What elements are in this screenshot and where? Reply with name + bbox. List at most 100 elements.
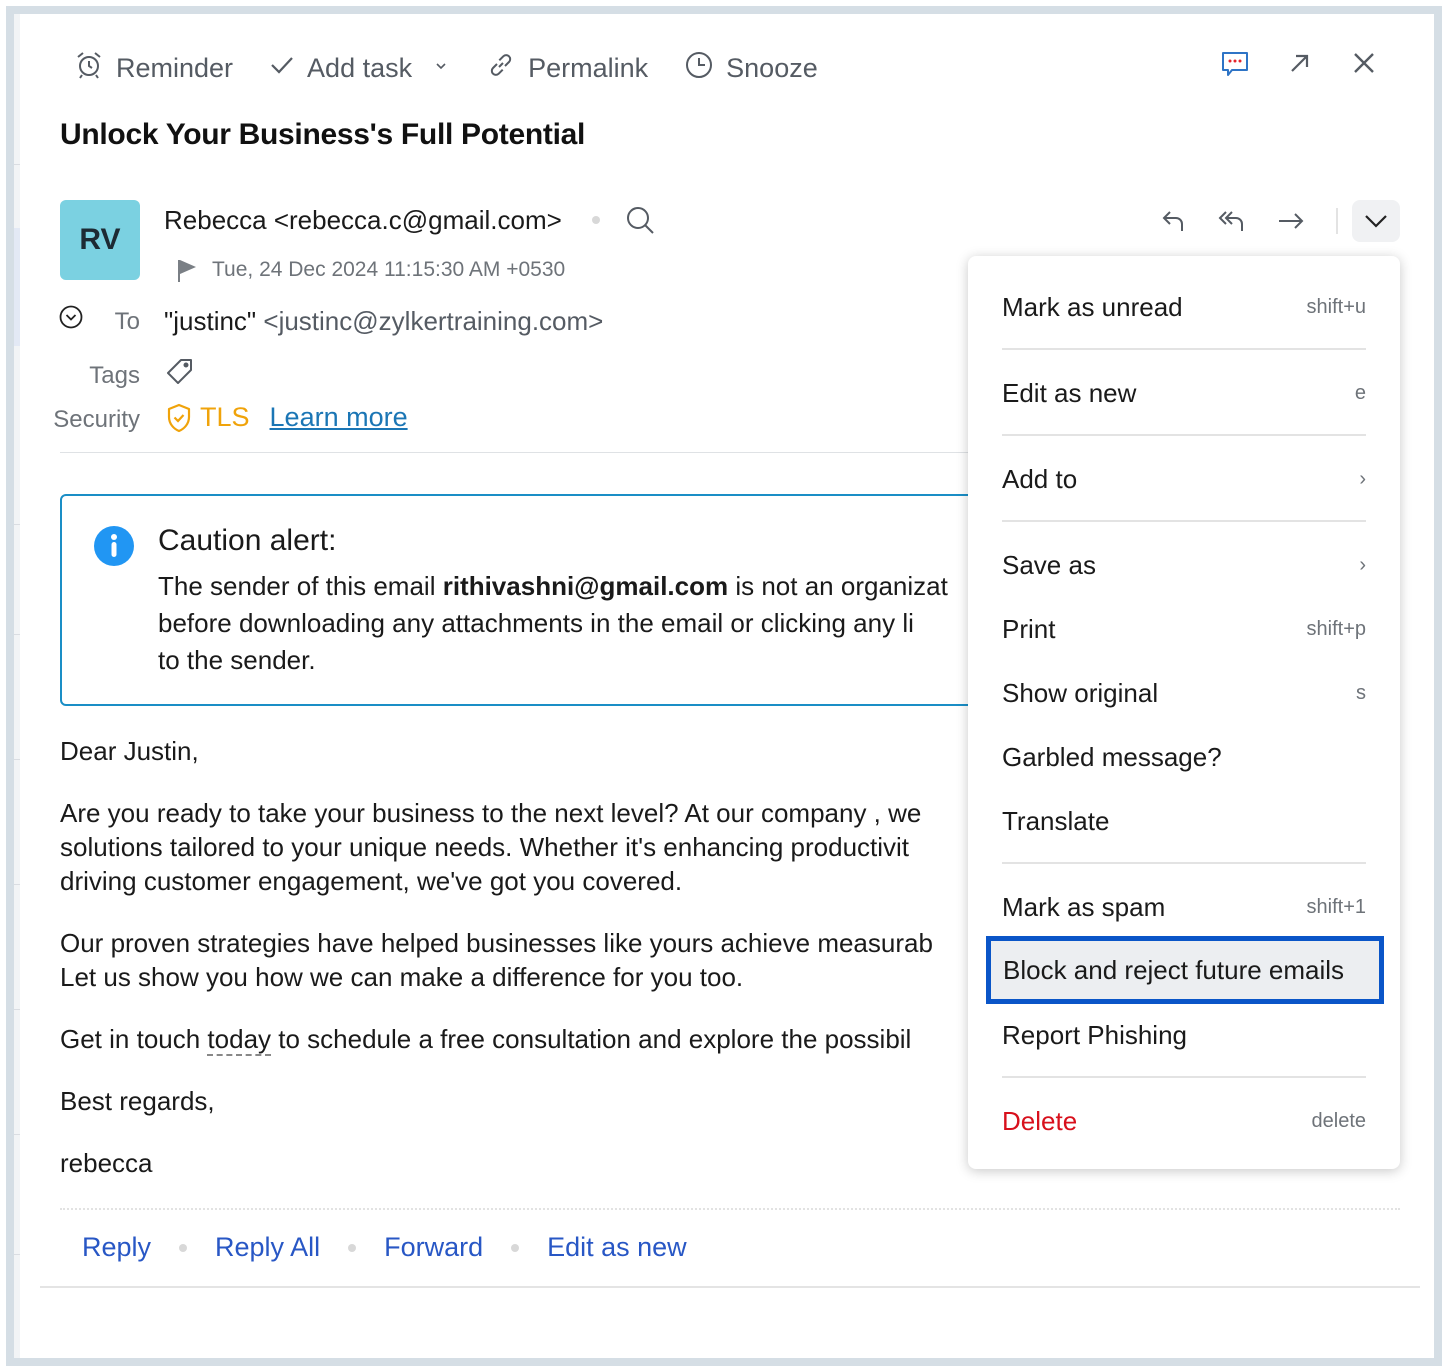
body-line: Let us show you how we can make a differ… [60,962,744,992]
chevron-right-icon: › [1359,553,1366,576]
chevron-down-icon [1363,213,1389,229]
menu-item-save-as[interactable]: Save as › [1002,548,1366,582]
separator-dot [591,216,600,224]
menu-item-block-and-reject[interactable]: Block and reject future emails [986,936,1384,1004]
reminder-label: Reminder [116,52,234,83]
caution-text: is not an organizat [728,571,948,601]
menu-item-label: Add to [1002,463,1078,494]
menu-item-label: Block and reject future emails [1003,954,1345,985]
menu-item-label: Delete [1002,1105,1078,1136]
menu-item-garbled-message[interactable]: Garbled message? [1002,740,1366,774]
close-icon[interactable] [1350,49,1378,77]
menu-item-label: Edit as new [1002,377,1137,408]
menu-item-label: Save as [1002,549,1096,580]
alarm-clock-icon [74,50,116,87]
date-row: Tue, 24 Dec 2024 11:15:30 AM +0530 [176,258,565,282]
smart-date-link[interactable]: today [207,1024,272,1056]
more-actions-menu: Mark as unread shift+u Edit as new e Add… [968,256,1400,1169]
forward-icon[interactable] [1276,207,1306,235]
menu-item-label: Print [1002,613,1056,644]
to-name: "justinc" [164,306,257,336]
paragraph: Get in touch today to schedule a free co… [60,1022,980,1056]
menu-divider [1002,348,1366,350]
body-line: Get in touch [60,1024,208,1054]
menu-item-label: Mark as unread [1002,291,1183,322]
snooze-label: Snooze [726,52,818,83]
menu-item-mark-as-unread[interactable]: Mark as unread shift+u [1002,290,1366,324]
menu-item-label: Translate [1002,805,1110,836]
tag-icon[interactable] [164,356,196,388]
chevron-down-icon [434,59,448,78]
snooze-button[interactable]: Snooze [684,50,818,87]
reply-link[interactable]: Reply [82,1232,151,1263]
chevron-right-icon: › [1359,467,1366,490]
more-actions-button[interactable] [1352,200,1400,242]
menu-item-edit-as-new[interactable]: Edit as new e [1002,376,1366,410]
menu-item-report-phishing[interactable]: Report Phishing [1002,1018,1366,1052]
menu-divider [1002,1076,1366,1078]
menu-shortcut: shift+u [1306,295,1366,318]
menu-item-print[interactable]: Print shift+p [1002,612,1366,646]
search-icon[interactable] [624,204,656,236]
reply-all-icon[interactable] [1216,207,1248,235]
arrow-up-right-icon[interactable] [1286,49,1314,77]
add-task-button[interactable]: Add task [269,52,412,85]
menu-item-mark-as-spam[interactable]: Mark as spam shift+1 [1002,890,1366,924]
flag-icon[interactable] [176,258,212,282]
signature: rebecca [60,1148,153,1178]
menu-item-delete[interactable]: Delete delete [1002,1104,1366,1138]
reply-icon[interactable] [1160,207,1188,235]
expand-details-icon[interactable] [58,304,84,330]
security-label: Security [53,406,140,433]
link-icon [486,50,528,87]
message-actions [1132,200,1400,242]
menu-item-show-original[interactable]: Show original s [1002,676,1366,710]
forward-link[interactable]: Forward [384,1232,483,1263]
closing: Best regards, [60,1086,215,1116]
email-date: Tue, 24 Dec 2024 11:15:30 AM +0530 [212,258,566,281]
body-line: Our proven strategies have helped busine… [60,928,933,958]
menu-divider [1002,434,1366,436]
body-line: driving customer engagement, we've got y… [60,866,683,896]
menu-item-label: Garbled message? [1002,741,1222,772]
checkmark-icon [269,52,307,85]
clock-icon [684,50,726,87]
shield-check-icon [166,403,192,433]
menu-item-label: Show original [1002,677,1159,708]
menu-item-translate[interactable]: Translate [1002,804,1366,838]
paragraph: Are you ready to take your business to t… [60,796,980,898]
edit-as-new-link[interactable]: Edit as new [547,1232,687,1263]
permalink-button[interactable]: Permalink [486,50,648,87]
menu-shortcut: shift+1 [1306,895,1366,918]
menu-item-add-to[interactable]: Add to › [1002,462,1366,496]
window-actions [1184,48,1378,78]
separator-dot [179,1243,188,1252]
sender-row: Rebecca <rebecca.c@gmail.com> [164,204,656,236]
reply-all-link[interactable]: Reply All [215,1232,320,1263]
actions-separator [1336,208,1338,234]
security-info: TLS Learn more [166,402,408,433]
message-body: Dear Justin, Are you ready to take your … [60,734,980,1208]
tls-badge: TLS [200,402,250,432]
bottom-divider [40,1286,1420,1288]
caution-message: The sender of this email rithivashni@gma… [158,568,1018,679]
add-task-dropdown[interactable] [434,59,448,78]
sender-name[interactable]: Rebecca <rebecca.c@gmail.com> [164,205,562,236]
caution-text: to the sender. [158,645,316,675]
greeting: Dear Justin, [60,736,199,766]
to-recipient[interactable]: "justinc" <justinc@zylkertraining.com> [164,306,603,337]
menu-divider [1002,862,1366,864]
learn-more-link[interactable]: Learn more [270,402,408,433]
body-line: to schedule a free consultation and expl… [271,1024,912,1054]
menu-item-label: Report Phishing [1002,1019,1187,1050]
reminder-button[interactable]: Reminder [74,50,233,87]
caution-sender-email: rithivashni@gmail.com [442,571,729,601]
add-task-label: Add task [307,52,413,83]
sender-avatar[interactable]: RV [60,200,140,280]
separator-dot [348,1243,357,1252]
menu-shortcut: e [1354,381,1366,404]
separator-dot [511,1243,520,1252]
tags-label: Tags [89,362,140,389]
permalink-label: Permalink [528,52,649,83]
chat-bubble-icon[interactable] [1220,48,1250,78]
